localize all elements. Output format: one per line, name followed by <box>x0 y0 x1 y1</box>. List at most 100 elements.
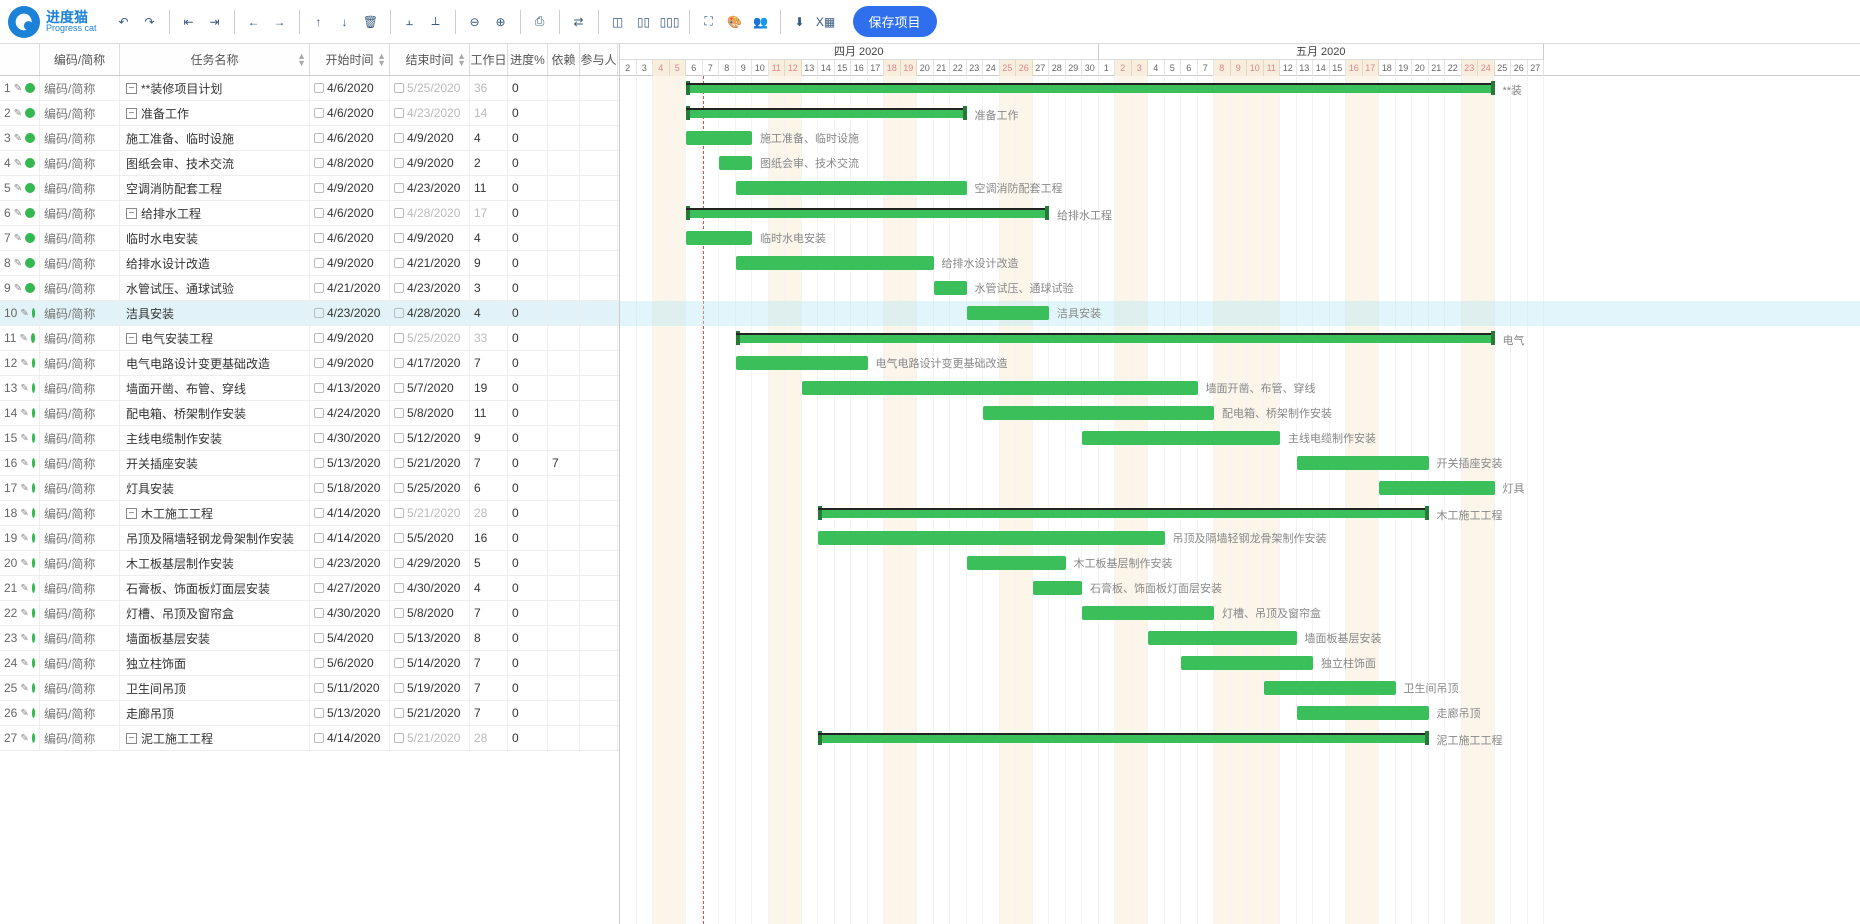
task-row[interactable]: 5✎编码/简称空调消防配套工程4/9/20204/23/2020110 <box>0 176 619 201</box>
part-cell[interactable] <box>580 601 618 625</box>
days-cell[interactable]: 7 <box>470 676 508 700</box>
collapse-icon[interactable]: − <box>126 108 137 119</box>
start-cell[interactable]: 4/6/2020 <box>310 126 390 150</box>
edit-icon[interactable]: ✎ <box>20 458 28 469</box>
code-cell[interactable]: 编码/简称 <box>40 626 120 650</box>
edit-icon[interactable]: ✎ <box>20 608 28 619</box>
days-cell[interactable]: 7 <box>470 351 508 375</box>
end-cell[interactable]: 5/21/2020 <box>390 701 470 725</box>
days-cell[interactable]: 4 <box>470 226 508 250</box>
end-cell[interactable]: 4/23/2020 <box>390 176 470 200</box>
prog-cell[interactable]: 0 <box>508 501 548 525</box>
dep-cell[interactable] <box>548 476 580 500</box>
gantt-row[interactable]: 灯槽、吊顶及窗帘盒 <box>620 601 1860 626</box>
task-row[interactable]: 23✎编码/简称墙面板基层安装5/4/20205/13/202080 <box>0 626 619 651</box>
link-button[interactable]: ⇄ <box>566 9 592 35</box>
gantt-bar[interactable]: 木工施工工程 <box>818 508 1429 518</box>
end-cell[interactable]: 5/21/2020 <box>390 726 470 750</box>
code-cell[interactable]: 编码/简称 <box>40 426 120 450</box>
gantt-bar[interactable]: 卫生间吊顶 <box>1264 681 1396 695</box>
dep-cell[interactable] <box>548 226 580 250</box>
fullscreen-button[interactable]: ⛶ <box>696 9 722 35</box>
task-row[interactable]: 4✎编码/简称图纸会审、技术交流4/8/20204/9/202020 <box>0 151 619 176</box>
start-cell[interactable]: 5/4/2020 <box>310 626 390 650</box>
end-cell[interactable]: 4/28/2020 <box>390 301 470 325</box>
days-cell[interactable]: 14 <box>470 101 508 125</box>
prog-cell[interactable]: 0 <box>508 401 548 425</box>
start-cell[interactable]: 4/27/2020 <box>310 576 390 600</box>
gantt-bar[interactable]: 开关插座安装 <box>1297 456 1429 470</box>
part-cell[interactable] <box>580 276 618 300</box>
part-cell[interactable] <box>580 376 618 400</box>
gantt-row[interactable]: 木工施工工程 <box>620 501 1860 526</box>
dep-cell[interactable]: 7 <box>548 451 580 475</box>
edit-icon[interactable]: ✎ <box>20 408 28 419</box>
start-cell[interactable]: 4/24/2020 <box>310 401 390 425</box>
name-cell[interactable]: −准备工作 <box>120 101 310 125</box>
end-cell[interactable]: 5/21/2020 <box>390 501 470 525</box>
prog-cell[interactable]: 0 <box>508 551 548 575</box>
dep-cell[interactable] <box>548 501 580 525</box>
prog-cell[interactable]: 0 <box>508 726 548 750</box>
edit-icon[interactable]: ✎ <box>14 158 22 169</box>
code-cell[interactable]: 编码/简称 <box>40 176 120 200</box>
gantt-row[interactable]: 施工准备、临时设施 <box>620 126 1860 151</box>
end-cell[interactable]: 4/9/2020 <box>390 226 470 250</box>
dep-cell[interactable] <box>548 251 580 275</box>
days-cell[interactable]: 28 <box>470 726 508 750</box>
part-cell[interactable] <box>580 226 618 250</box>
edit-icon[interactable]: ✎ <box>20 583 28 594</box>
start-cell[interactable]: 4/23/2020 <box>310 551 390 575</box>
gantt-row[interactable]: 给排水工程 <box>620 201 1860 226</box>
dep-cell[interactable] <box>548 101 580 125</box>
days-cell[interactable]: 16 <box>470 526 508 550</box>
name-cell[interactable]: 走廊吊顶 <box>120 701 310 725</box>
collapse-icon[interactable]: − <box>126 208 137 219</box>
end-cell[interactable]: 4/23/2020 <box>390 101 470 125</box>
dep-cell[interactable] <box>548 176 580 200</box>
code-cell[interactable]: 编码/简称 <box>40 201 120 225</box>
collapse-icon[interactable]: − <box>126 733 137 744</box>
part-cell[interactable] <box>580 126 618 150</box>
gantt-row[interactable]: **装 <box>620 76 1860 101</box>
gantt-row[interactable]: 泥工施工工程 <box>620 726 1860 751</box>
code-cell[interactable]: 编码/简称 <box>40 276 120 300</box>
gantt-bar[interactable]: 给排水设计改造 <box>736 256 934 270</box>
task-row[interactable]: 8✎编码/简称给排水设计改造4/9/20204/21/202090 <box>0 251 619 276</box>
grid-body[interactable]: 1✎编码/简称−**装修项目计划4/6/20205/25/20203602✎编码… <box>0 76 619 908</box>
name-cell[interactable]: 临时水电安装 <box>120 226 310 250</box>
code-cell[interactable]: 编码/简称 <box>40 726 120 750</box>
col-end[interactable]: 结束时间▲▼ <box>390 44 470 75</box>
gantt-bar[interactable]: 电气 <box>736 333 1495 343</box>
gantt-body[interactable]: **装准备工作施工准备、临时设施图纸会审、技术交流空调消防配套工程给排水工程临时… <box>620 76 1860 924</box>
gantt-bar[interactable]: 施工准备、临时设施 <box>686 131 752 145</box>
task-row[interactable]: 2✎编码/简称−准备工作4/6/20204/23/2020140 <box>0 101 619 126</box>
code-cell[interactable]: 编码/简称 <box>40 576 120 600</box>
dep-cell[interactable] <box>548 526 580 550</box>
end-cell[interactable]: 4/28/2020 <box>390 201 470 225</box>
end-cell[interactable]: 5/13/2020 <box>390 626 470 650</box>
dep-cell[interactable] <box>548 626 580 650</box>
code-cell[interactable]: 编码/简称 <box>40 451 120 475</box>
part-cell[interactable] <box>580 176 618 200</box>
days-cell[interactable]: 17 <box>470 201 508 225</box>
days-cell[interactable]: 8 <box>470 626 508 650</box>
end-cell[interactable]: 4/9/2020 <box>390 126 470 150</box>
dep-cell[interactable] <box>548 576 580 600</box>
days-cell[interactable]: 4 <box>470 301 508 325</box>
end-cell[interactable]: 5/5/2020 <box>390 526 470 550</box>
palette-button[interactable]: 🎨 <box>722 9 748 35</box>
panel1-button[interactable]: ◫ <box>605 9 631 35</box>
undo-button[interactable]: ↶ <box>111 9 137 35</box>
dep-cell[interactable] <box>548 551 580 575</box>
name-cell[interactable]: −泥工施工工程 <box>120 726 310 750</box>
part-cell[interactable] <box>580 301 618 325</box>
edit-icon[interactable]: ✎ <box>20 558 28 569</box>
name-cell[interactable]: 灯具安装 <box>120 476 310 500</box>
down-button[interactable]: ↓ <box>332 9 358 35</box>
edit-icon[interactable]: ✎ <box>14 233 22 244</box>
prog-cell[interactable]: 0 <box>508 301 548 325</box>
end-cell[interactable]: 4/29/2020 <box>390 551 470 575</box>
code-cell[interactable]: 编码/简称 <box>40 601 120 625</box>
dep-cell[interactable] <box>548 426 580 450</box>
